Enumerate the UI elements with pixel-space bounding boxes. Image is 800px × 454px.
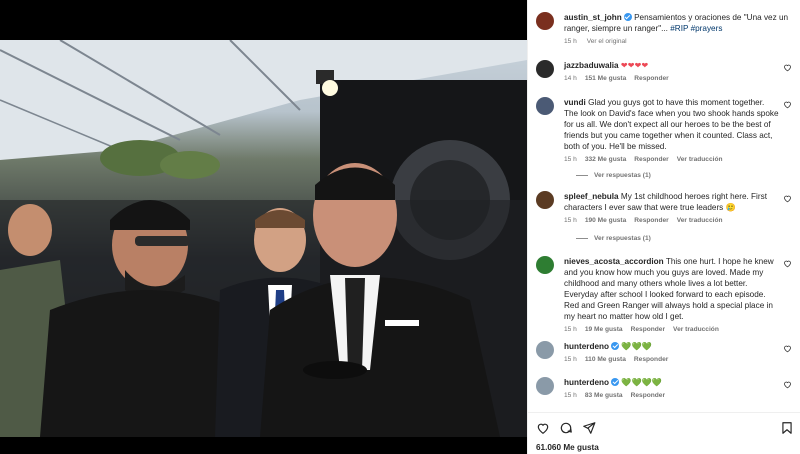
view-replies-link[interactable]: Ver respuestas (1)	[576, 235, 651, 242]
avatar[interactable]	[536, 60, 554, 78]
post-photo[interactable]	[0, 40, 527, 437]
reply-button[interactable]: Responder	[634, 156, 668, 163]
heart-icon[interactable]	[783, 63, 792, 72]
comment-likes[interactable]: 190 Me gusta	[585, 217, 626, 224]
reply-button[interactable]: Responder	[634, 75, 668, 82]
translate-link[interactable]: Ver traducción	[677, 217, 723, 224]
reply-button[interactable]: Responder	[631, 392, 665, 399]
comment-likes[interactable]: 83 Me gusta	[585, 392, 623, 399]
verified-badge-icon	[611, 342, 620, 350]
comment-username[interactable]: jazzbaduwalia	[564, 61, 619, 70]
photo-illustration	[0, 40, 527, 437]
heart-icon[interactable]	[783, 380, 792, 389]
comments-panel: austin_st_john Pensamientos y oraciones …	[527, 0, 800, 454]
translate-link[interactable]: Ver traducción	[673, 326, 719, 333]
comment-likes[interactable]: 151 Me gusta	[585, 75, 626, 82]
comment-text: ❤❤❤❤	[620, 61, 649, 70]
reply-button[interactable]: Responder	[634, 356, 668, 363]
heart-icon[interactable]	[783, 259, 792, 268]
divider	[576, 237, 588, 239]
verified-badge-icon	[611, 378, 620, 386]
heart-icon[interactable]	[783, 100, 792, 109]
comment-time: 15 h	[564, 156, 577, 163]
comment-likes[interactable]: 19 Me gusta	[585, 326, 623, 333]
avatar[interactable]	[536, 97, 554, 115]
verified-badge-icon	[623, 13, 632, 21]
comment-time: 15 h	[564, 326, 577, 333]
comment-text: 💚💚💚💚	[621, 378, 663, 387]
comment-time: 15 h	[564, 356, 577, 363]
media-area	[0, 0, 527, 454]
translate-link[interactable]: Ver traducción	[677, 156, 723, 163]
comment-username[interactable]: vundi	[564, 98, 586, 107]
reply-button[interactable]: Responder	[631, 326, 665, 333]
caption-time: 15 h	[564, 38, 577, 45]
avatar[interactable]	[536, 256, 554, 274]
comment-likes[interactable]: 110 Me gusta	[585, 356, 626, 363]
comment-icon[interactable]	[559, 421, 573, 435]
comment-text: This one hurt. I hope he knew and you kn…	[564, 257, 774, 321]
avatar[interactable]	[536, 377, 554, 395]
heart-icon[interactable]	[783, 344, 792, 353]
action-bar: 61.060 Me gusta	[528, 412, 800, 454]
bookmark-icon[interactable]	[780, 421, 794, 435]
heart-icon[interactable]	[783, 194, 792, 203]
avatar[interactable]	[536, 341, 554, 359]
heart-icon[interactable]	[536, 421, 550, 435]
view-replies-link[interactable]: Ver respuestas (1)	[576, 172, 651, 179]
share-icon[interactable]	[582, 421, 596, 435]
comment-username[interactable]: hunterdeno	[564, 378, 609, 387]
caption-hashtags[interactable]: #RIP #prayers	[670, 24, 722, 33]
comment-text: 💚💚💚	[621, 342, 652, 351]
comment-time: 15 h	[564, 392, 577, 399]
likes-count[interactable]: 61.060 Me gusta	[536, 443, 599, 452]
divider	[576, 174, 588, 176]
reply-button[interactable]: Responder	[634, 217, 668, 224]
avatar[interactable]	[536, 191, 554, 209]
comment-time: 15 h	[564, 217, 577, 224]
comment-username[interactable]: spleef_nebula	[564, 192, 619, 201]
comment-username[interactable]: hunterdeno	[564, 342, 609, 351]
avatar[interactable]	[536, 12, 554, 30]
comment-likes[interactable]: 332 Me gusta	[585, 156, 626, 163]
instagram-post-viewer: austin_st_john Pensamientos y oraciones …	[0, 0, 800, 454]
comment-text: Glad you guys got to have this moment to…	[564, 98, 779, 151]
comment-username[interactable]: nieves_acosta_accordion	[564, 257, 664, 266]
caption-author[interactable]: austin_st_john	[564, 13, 622, 22]
comment-time: 14 h	[564, 75, 577, 82]
see-original-link[interactable]: Ver el original	[587, 38, 627, 45]
